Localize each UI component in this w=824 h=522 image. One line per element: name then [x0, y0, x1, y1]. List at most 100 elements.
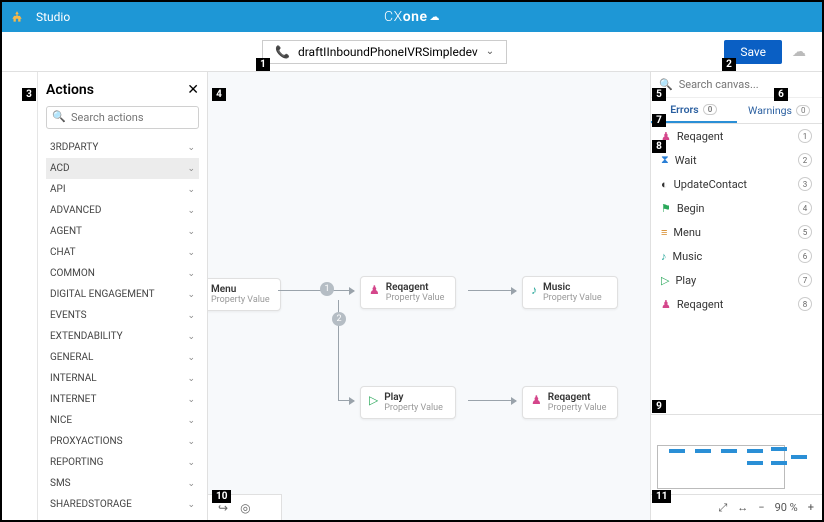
- category-item[interactable]: EXTENDABILITY⌄: [46, 326, 199, 347]
- minimap[interactable]: [651, 414, 822, 494]
- chevron-down-icon: ⌄: [187, 227, 195, 237]
- callout-3: 3: [22, 88, 36, 101]
- chevron-down-icon: ⌄: [187, 248, 195, 258]
- node-list-item[interactable]: ♪Music6: [651, 244, 822, 268]
- category-item[interactable]: AGENT⌄: [46, 221, 199, 242]
- category-item[interactable]: SHAREDSTORAGE⌄: [46, 494, 199, 515]
- category-item[interactable]: COMMON⌄: [46, 263, 199, 284]
- chevron-down-icon: ⌄: [187, 206, 195, 216]
- zoom-in-button[interactable]: +: [808, 501, 814, 514]
- chevron-down-icon: ⌄: [187, 164, 195, 174]
- app-header: Studio CXone ☁: [2, 2, 822, 32]
- chevron-down-icon: ⌄: [187, 395, 195, 405]
- category-item[interactable]: PROXYACTIONS⌄: [46, 431, 199, 452]
- category-item[interactable]: GENERAL⌄: [46, 347, 199, 368]
- left-rail: [2, 72, 38, 520]
- edge: [468, 400, 516, 401]
- category-item[interactable]: 3RDPARTY⌄: [46, 137, 199, 158]
- chevron-down-icon: ⌄: [187, 269, 195, 279]
- category-item[interactable]: REPORTING⌄: [46, 452, 199, 473]
- reqagent-icon: ♟: [369, 283, 380, 297]
- chevron-down-icon: ⌄: [187, 143, 195, 153]
- callout-5: 5: [652, 88, 666, 101]
- category-item[interactable]: INTERNAL⌄: [46, 368, 199, 389]
- cloud-status-icon: ☁: [792, 44, 806, 60]
- node-list-item[interactable]: ▷Play7: [651, 268, 822, 292]
- edge-label-1: 1: [320, 282, 334, 296]
- chevron-down-icon: ⌄: [187, 374, 195, 384]
- category-item[interactable]: NICE⌄: [46, 410, 199, 431]
- edge: [338, 400, 354, 401]
- target-icon[interactable]: ◎: [240, 501, 250, 515]
- callout-4: 4: [212, 88, 226, 101]
- callout-10: 10: [212, 490, 231, 503]
- category-item[interactable]: SMS⌄: [46, 473, 199, 494]
- canvas-search-input[interactable]: [679, 78, 819, 91]
- node-play[interactable]: ▷ Play Property Value: [360, 386, 456, 419]
- node-list-item[interactable]: ♟Reqagent8: [651, 292, 822, 316]
- toolbar: 📞 draftIInboundPhoneIVRSimpledev ⌄ Save …: [2, 32, 822, 72]
- app-tree-icon: [2, 2, 32, 32]
- node-list-item[interactable]: ♟Reqagent1: [651, 124, 822, 148]
- chevron-down-icon: ⌄: [187, 332, 195, 342]
- actions-panel: Actions ✕ 🔍 3RDPARTY⌄ACD⌄API⌄ADVANCED⌄AG…: [38, 72, 208, 520]
- chevron-down-icon: ⌄: [187, 311, 195, 321]
- category-item[interactable]: API⌄: [46, 179, 199, 200]
- fit-width-icon[interactable]: ↔: [737, 501, 748, 514]
- category-item[interactable]: ACD⌄: [46, 158, 199, 179]
- play-icon: ▷: [661, 274, 669, 287]
- category-item[interactable]: ADVANCED⌄: [46, 200, 199, 221]
- node-menu[interactable]: Menu Property Value: [208, 278, 281, 311]
- zoom-controls: ⤢ ↔ − 90 % +: [651, 494, 822, 520]
- category-list[interactable]: 3RDPARTY⌄ACD⌄API⌄ADVANCED⌄AGENT⌄CHAT⌄COM…: [46, 137, 199, 520]
- tab-warnings[interactable]: Warnings 0: [737, 98, 823, 123]
- play-icon: ▷: [369, 393, 378, 407]
- callout-7: 7: [652, 114, 666, 127]
- actions-search[interactable]: 🔍: [46, 106, 199, 129]
- callout-11: 11: [652, 490, 671, 503]
- chevron-down-icon: ⌄: [187, 479, 195, 489]
- node-list-item[interactable]: ⧗Wait2: [651, 148, 822, 172]
- node-music[interactable]: ♪ Music Property Value: [522, 276, 618, 309]
- zoom-out-button[interactable]: −: [758, 501, 764, 514]
- chevron-down-icon: ⌄: [187, 437, 195, 447]
- callout-6: 6: [774, 88, 788, 101]
- canvas[interactable]: Menu Property Value ♟ Reqagent Property …: [208, 72, 650, 520]
- actions-title: Actions: [46, 82, 94, 98]
- actions-search-input[interactable]: [46, 106, 199, 129]
- node-reqagent[interactable]: ♟ Reqagent Property Value: [360, 276, 456, 309]
- studio-label: Studio: [36, 10, 70, 24]
- zoom-percent: 90 %: [775, 501, 798, 514]
- category-item[interactable]: INTERNET⌄: [46, 389, 199, 410]
- callout-1: 1: [256, 58, 270, 71]
- chevron-down-icon: ⌄: [187, 416, 195, 426]
- right-panel: 🔍 ↓≡ Errors 0 Warnings 0 ♟Reqagent1⧗Wait…: [650, 72, 822, 520]
- music-icon: ♪: [661, 250, 667, 263]
- node-list-item[interactable]: ◐UpdateContact3: [651, 172, 822, 196]
- script-name: draftIInboundPhoneIVRSimpledev: [298, 45, 478, 59]
- begin-icon: ⚑: [661, 202, 671, 215]
- callout-2: 2: [722, 58, 736, 71]
- menu-icon: ≡: [661, 226, 667, 239]
- edge-label-2: 2: [332, 312, 346, 326]
- fullscreen-icon[interactable]: ⤢: [718, 501, 727, 515]
- node-reqagent-2[interactable]: ♟ Reqagent Property Value: [522, 386, 618, 419]
- node-list[interactable]: ♟Reqagent1⧗Wait2◐UpdateContact3⚑Begin4≡M…: [651, 124, 822, 414]
- edge: [278, 290, 354, 291]
- category-item[interactable]: EVENTS⌄: [46, 305, 199, 326]
- phone-icon: 📞: [275, 45, 290, 59]
- wait-icon: ⧗: [661, 153, 669, 167]
- node-list-item[interactable]: ≡Menu5: [651, 220, 822, 244]
- close-icon[interactable]: ✕: [187, 82, 199, 98]
- edge: [468, 290, 516, 291]
- reqagent-icon: ♟: [531, 393, 542, 407]
- music-icon: ♪: [531, 283, 537, 297]
- chevron-down-icon: ⌄: [187, 500, 195, 510]
- chevron-down-icon: ⌄: [187, 353, 195, 363]
- script-tab[interactable]: 📞 draftIInboundPhoneIVRSimpledev ⌄: [262, 40, 507, 64]
- chevron-down-icon: ⌄: [486, 46, 494, 57]
- chevron-down-icon: ⌄: [187, 290, 195, 300]
- node-list-item[interactable]: ⚑Begin4: [651, 196, 822, 220]
- category-item[interactable]: CHAT⌄: [46, 242, 199, 263]
- category-item[interactable]: DIGITAL ENGAGEMENT⌄: [46, 284, 199, 305]
